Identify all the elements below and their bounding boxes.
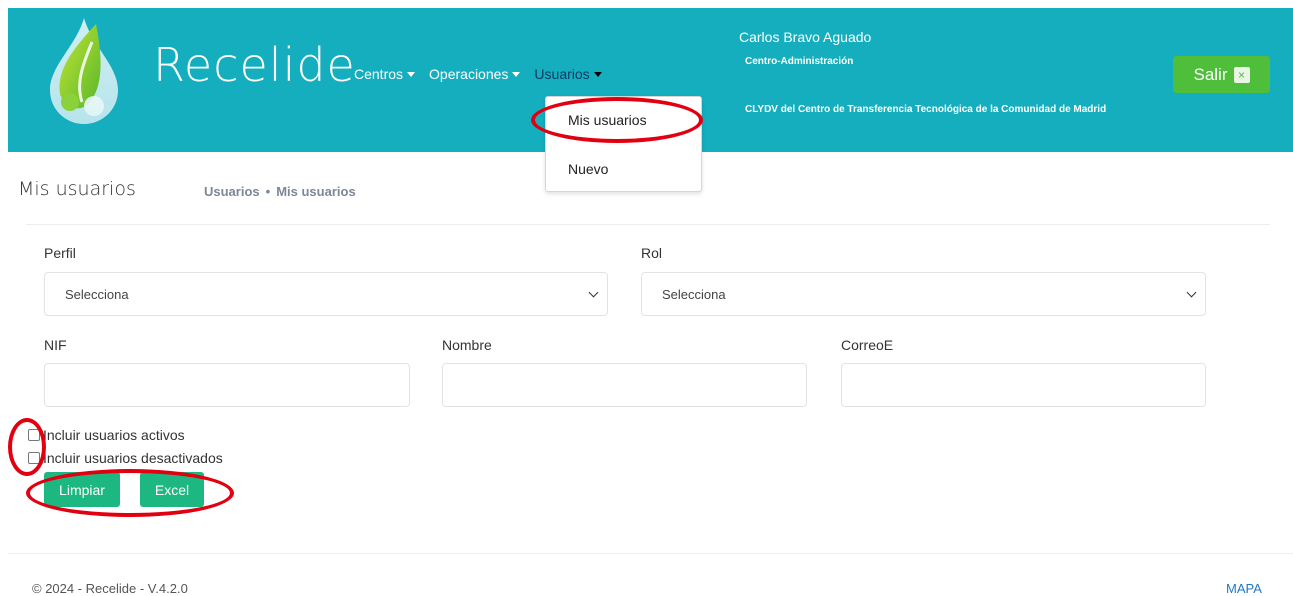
user-organization: CLYDV del Centro de Transferencia Tecnol… — [745, 104, 1107, 115]
nav-centros[interactable]: Centros — [354, 66, 416, 82]
nif-input[interactable] — [44, 363, 410, 407]
checkbox-desactivados-label: Incluir usuarios desactivados — [43, 450, 223, 466]
correo-label: CorreoE — [841, 337, 894, 353]
usuarios-dropdown-menu: Mis usuarios Nuevo — [545, 96, 702, 192]
perfil-select-value: Selecciona — [65, 286, 129, 302]
page: Recelide Centros Operaciones Usuarios Ca… — [0, 0, 1293, 596]
breadcrumb-mis-usuarios: Mis usuarios — [276, 184, 356, 199]
chevron-down-icon — [1186, 287, 1197, 298]
copyright: © 2024 - Recelide - V.4.2.0 — [32, 581, 188, 596]
menu-item-mis-usuarios[interactable]: Mis usuarios — [568, 112, 647, 128]
recelide-logo-drop-icon — [50, 18, 118, 124]
page-title: Mis usuarios — [18, 178, 136, 200]
nav-operaciones[interactable]: Operaciones — [429, 66, 521, 82]
nav-usuarios-label: Usuarios — [534, 66, 590, 82]
checkbox-activos-label: Incluir usuarios activos — [43, 427, 185, 443]
logout-button[interactable]: Salir × — [1173, 56, 1270, 93]
correo-input[interactable] — [841, 363, 1206, 407]
caret-down-icon — [407, 71, 416, 77]
caret-down-icon — [512, 71, 521, 77]
caret-down-icon — [593, 71, 602, 77]
footer-divider — [8, 553, 1293, 554]
rol-select-value: Selecciona — [662, 286, 726, 302]
checkbox-activos[interactable] — [28, 429, 40, 441]
mapa-link[interactable]: MAPA — [1226, 581, 1262, 596]
nav-usuarios[interactable]: Usuarios — [534, 66, 602, 82]
checkbox-desactivados-row[interactable]: Incluir usuarios desactivados — [28, 450, 223, 466]
main-nav: Centros Operaciones Usuarios — [354, 66, 616, 82]
nombre-label: Nombre — [442, 337, 492, 353]
checkbox-desactivados[interactable] — [28, 452, 40, 464]
chevron-down-icon — [588, 287, 599, 298]
breadcrumb-usuarios[interactable]: Usuarios — [204, 184, 260, 199]
divider — [26, 224, 1270, 225]
nav-operaciones-label: Operaciones — [429, 66, 509, 82]
nif-label: NIF — [44, 337, 67, 353]
logout-label: Salir — [1193, 64, 1228, 84]
perfil-select[interactable]: Selecciona — [44, 272, 608, 316]
limpiar-button[interactable]: Limpiar — [44, 472, 120, 507]
user-center: Centro-Administración — [745, 56, 854, 67]
user-name: Carlos Bravo Aguado — [739, 29, 872, 45]
checkbox-activos-row[interactable]: Incluir usuarios activos — [28, 427, 185, 443]
breadcrumb: Usuarios • Mis usuarios — [204, 184, 356, 199]
perfil-label: Perfil — [44, 245, 76, 261]
rol-select[interactable]: Selecciona — [641, 272, 1206, 316]
breadcrumb-separator: • — [265, 184, 271, 199]
excel-button[interactable]: Excel — [140, 472, 204, 507]
rol-label: Rol — [641, 245, 663, 261]
brand-name[interactable]: Recelide — [153, 38, 356, 92]
menu-item-nuevo[interactable]: Nuevo — [568, 161, 608, 177]
close-icon: × — [1233, 66, 1250, 83]
nombre-input[interactable] — [442, 363, 807, 407]
nav-centros-label: Centros — [354, 66, 404, 82]
